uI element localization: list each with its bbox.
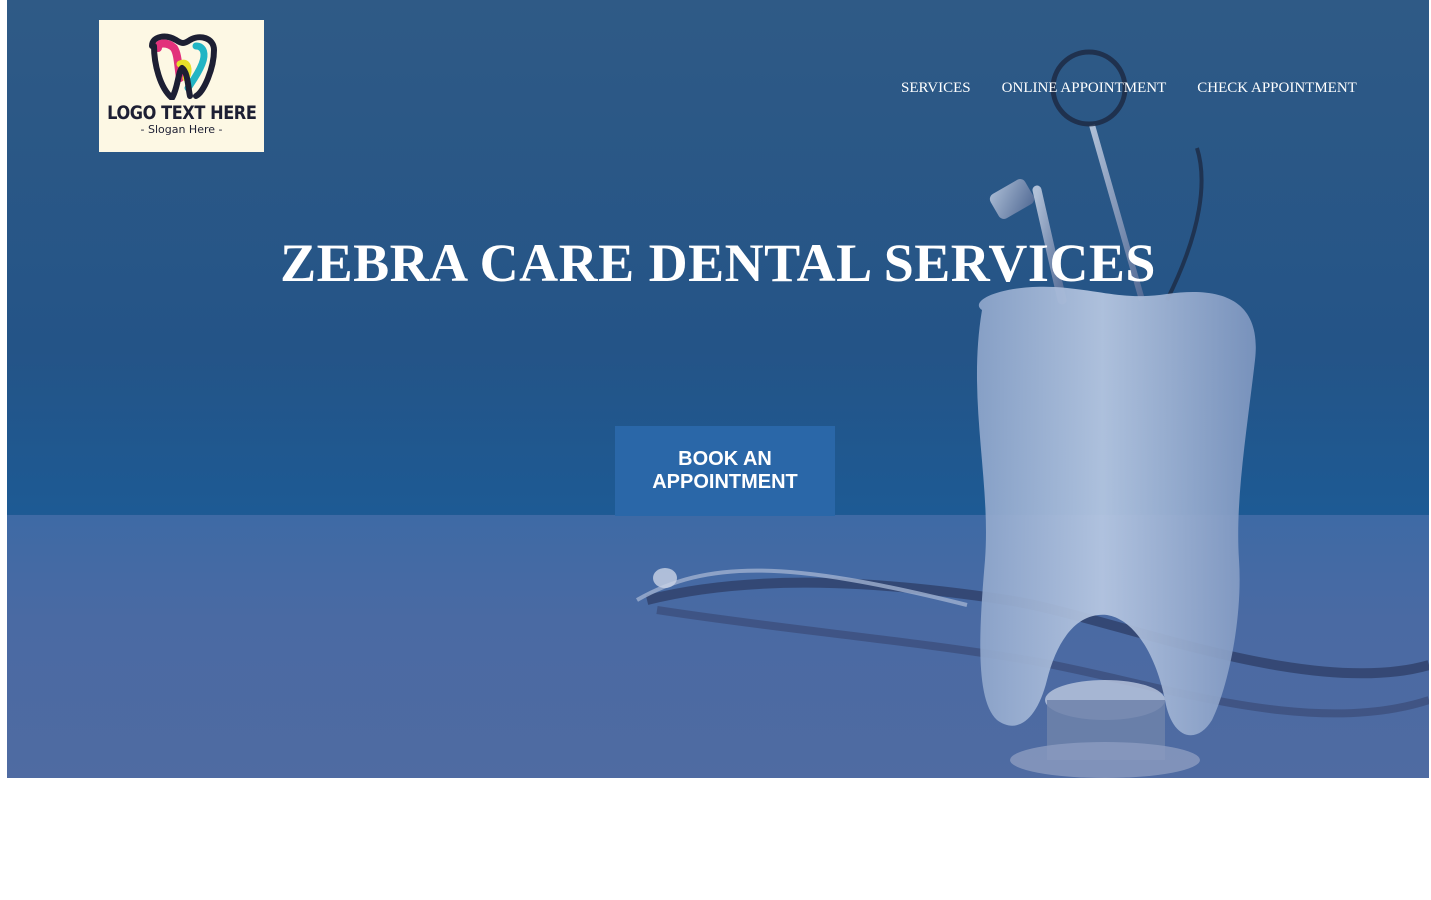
main-nav: SERVICES ONLINE APPOINTMENT CHECK APPOIN… [901,79,1357,97]
book-appointment-button[interactable]: BOOK AN APPOINTMENT [615,426,835,516]
logo-text: LOGO TEXT HERE [106,102,257,124]
nav-services[interactable]: SERVICES [901,79,971,97]
nav-check-appointment[interactable]: CHECK APPOINTMENT [1197,79,1357,97]
site-logo[interactable]: LOGO TEXT HERE - Slogan Here - [99,20,264,152]
hero-title: ZEBRA CARE DENTAL SERVICES [280,233,1156,293]
tooth-logo-icon [148,33,217,100]
hero-section: LOGO TEXT HERE - Slogan Here - SERVICES … [7,0,1429,778]
logo-slogan: - Slogan Here - [140,123,223,136]
nav-online-appointment[interactable]: ONLINE APPOINTMENT [1002,79,1167,97]
